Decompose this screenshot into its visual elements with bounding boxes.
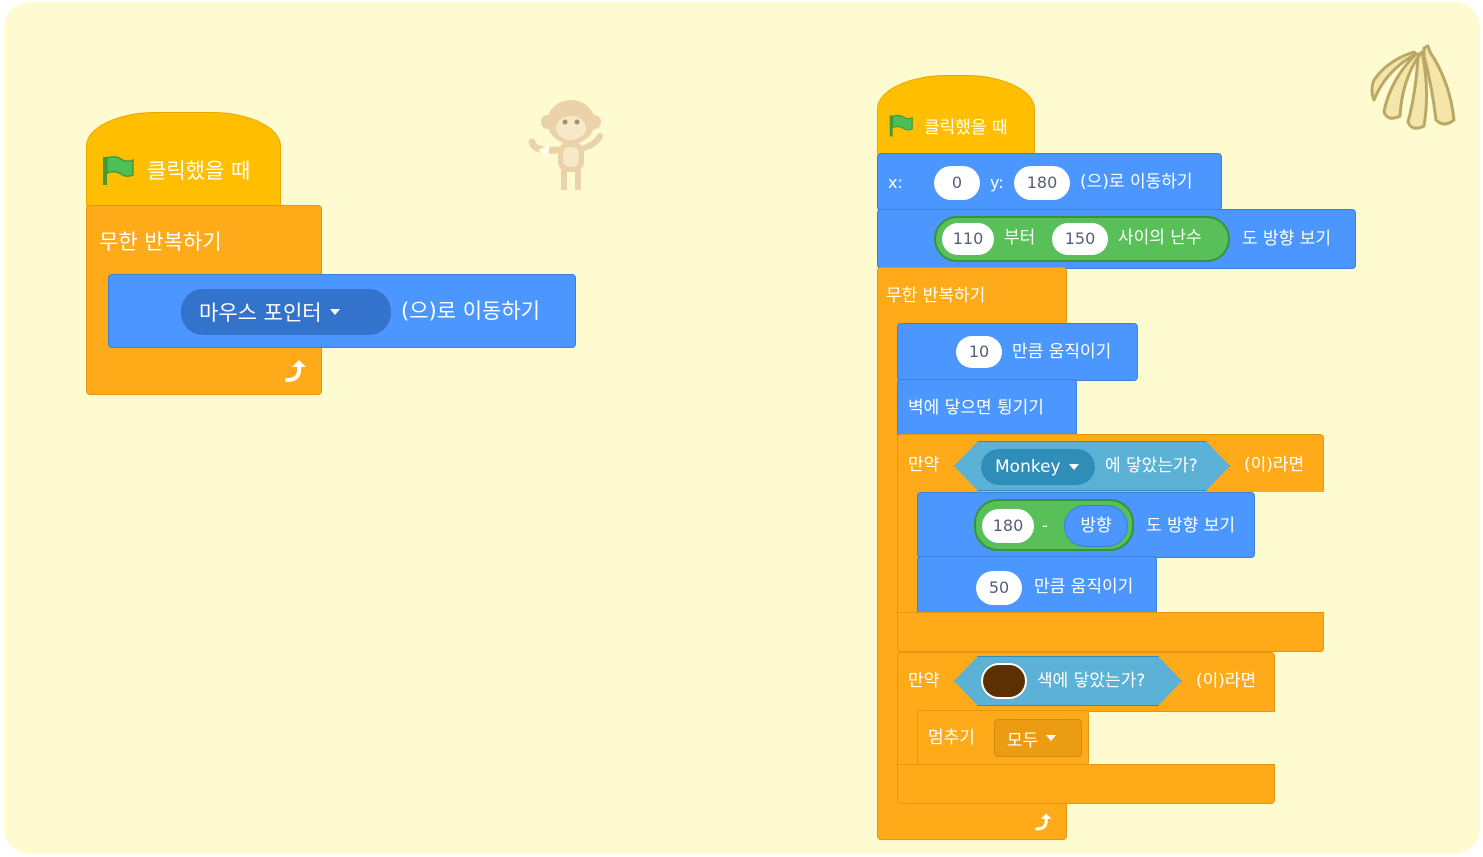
stop-option-value: 모두 <box>1007 730 1039 751</box>
when-flag-clicked-hat[interactable]: 클릭했을 때 <box>877 75 1035 157</box>
bananas-sprite[interactable] <box>1366 42 1462 134</box>
loop-arrow-icon <box>285 360 306 382</box>
pick-random-operator[interactable]: 110 부터 150 사이의 난수 <box>934 216 1230 262</box>
chevron-down-icon <box>329 309 340 315</box>
subtract-operator[interactable]: 180 - 방향 <box>974 499 1134 551</box>
direction-reporter[interactable]: 방향 <box>1064 505 1128 547</box>
touching-target-value: Monkey <box>995 457 1061 477</box>
touching-object-sensor[interactable]: Monkey 에 닿았는가? <box>954 441 1230 491</box>
y-input[interactable]: 180 <box>1014 166 1070 200</box>
subtract-a-input[interactable]: 180 <box>982 509 1034 543</box>
steps-input[interactable]: 50 <box>976 571 1022 605</box>
stop-dropdown[interactable]: 모두 <box>994 719 1082 757</box>
when-flag-clicked-hat[interactable]: 클릭했을 때 <box>86 112 281 208</box>
y-label: y: <box>990 173 1004 192</box>
if-suffix: (이)라면 <box>1244 455 1305 475</box>
point-dir-suffix: 도 방향 보기 <box>1146 516 1236 536</box>
if-prefix: 만약 <box>908 455 940 475</box>
x-input[interactable]: 0 <box>934 166 980 200</box>
if-block-bottom-arm <box>897 612 1324 652</box>
forever-label: 무한 반복하기 <box>886 286 986 306</box>
point-in-direction-block[interactable]: 180 - 방향 도 방향 보기 <box>917 492 1255 558</box>
minus-sign: - <box>1042 516 1048 535</box>
if-prefix: 만약 <box>908 671 940 691</box>
touching-target-dropdown[interactable]: Monkey <box>981 449 1095 485</box>
random-from-input[interactable]: 110 <box>942 223 994 255</box>
move-suffix: 만큼 움직이기 <box>1012 342 1112 362</box>
goto-target-dropdown[interactable]: 마우스 포인터 <box>181 289 391 335</box>
point-dir-suffix: 도 방향 보기 <box>1242 229 1332 249</box>
touching-suffix: 에 닿았는가? <box>1105 456 1198 476</box>
green-flag-icon <box>103 155 134 185</box>
go-to-block[interactable]: 마우스 포인터 (으)로 이동하기 <box>108 274 576 348</box>
color-swatch[interactable] <box>981 663 1027 699</box>
if-block-left-arm <box>897 490 919 614</box>
x-label: x: <box>888 173 903 192</box>
hat-label: 클릭했을 때 <box>924 118 1008 138</box>
loop-arrow-icon <box>1035 813 1052 831</box>
if-suffix: (이)라면 <box>1196 671 1257 691</box>
random-to-label: 사이의 난수 <box>1118 228 1202 248</box>
gotoxy-suffix: (으)로 이동하기 <box>1080 172 1193 192</box>
if-block-bottom-arm <box>897 764 1275 804</box>
bounce-label: 벽에 닿으면 튕기기 <box>908 398 1044 418</box>
steps-input[interactable]: 10 <box>956 336 1002 368</box>
go-to-xy-block[interactable]: x: 0 y: 180 (으)로 이동하기 <box>877 153 1222 211</box>
random-from-label: 부터 <box>1004 228 1036 248</box>
if-block-left-arm <box>897 708 919 768</box>
stop-label: 멈추기 <box>928 728 975 748</box>
goto-suffix: (으)로 이동하기 <box>401 299 540 323</box>
bounce-on-edge-block[interactable]: 벽에 닿으면 튕기기 <box>897 379 1077 437</box>
forever-label: 무한 반복하기 <box>99 230 222 254</box>
touching-color-suffix: 색에 닿았는가? <box>1037 671 1146 691</box>
point-in-direction-block[interactable]: 110 부터 150 사이의 난수 도 방향 보기 <box>877 209 1356 269</box>
green-flag-icon <box>889 114 913 137</box>
stop-block[interactable]: 멈추기 모두 <box>917 710 1089 766</box>
monkey-sprite[interactable] <box>524 92 606 194</box>
code-area: 클릭했을 때 무한 반복하기 마우스 포인터 (으)로 이동하기 클릭했을 때 … <box>4 2 1480 854</box>
move-steps-block[interactable]: 10 만큼 움직이기 <box>897 323 1138 381</box>
chevron-down-icon <box>1046 735 1057 741</box>
random-to-input[interactable]: 150 <box>1052 223 1108 255</box>
hat-label: 클릭했을 때 <box>147 159 251 183</box>
move-suffix: 만큼 움직이기 <box>1034 577 1134 597</box>
touching-color-sensor[interactable]: 색에 닿았는가? <box>954 656 1182 706</box>
chevron-down-icon <box>1069 464 1079 470</box>
move-steps-block[interactable]: 50 만큼 움직이기 <box>917 556 1157 616</box>
goto-target-value: 마우스 포인터 <box>199 301 322 325</box>
